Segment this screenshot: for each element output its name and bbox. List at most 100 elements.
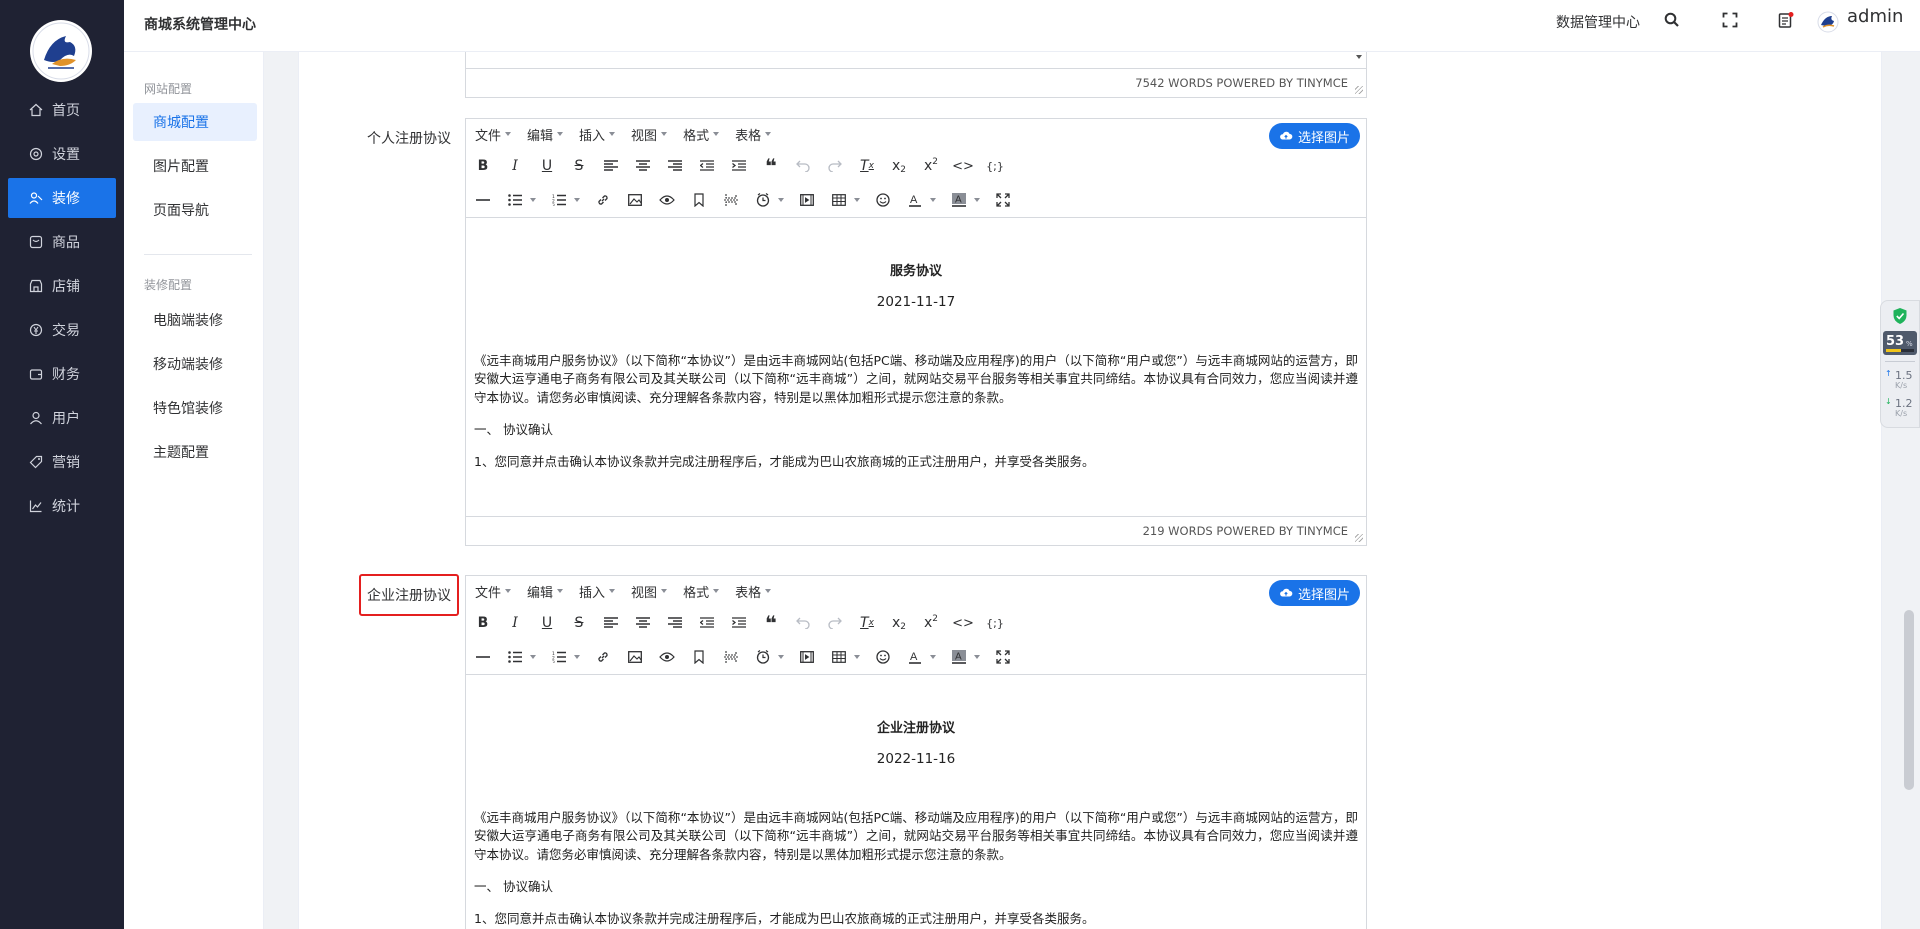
indent-icon[interactable]: [728, 155, 750, 177]
sub-item-page-nav[interactable]: 页面导航: [133, 191, 257, 229]
numbered-list-icon[interactable]: 123: [548, 646, 570, 668]
numbered-list-icon[interactable]: 123: [548, 189, 570, 211]
caret-icon[interactable]: [530, 655, 536, 659]
sub-item-pc-decor[interactable]: 电脑端装修: [133, 301, 257, 339]
redo-icon[interactable]: [824, 612, 846, 634]
caret-icon[interactable]: [530, 198, 536, 202]
superscript-icon[interactable]: x2: [920, 612, 942, 634]
data-center-link[interactable]: 数据管理中心: [1556, 12, 1640, 32]
preview-icon[interactable]: [656, 646, 678, 668]
align-left-icon[interactable]: [600, 155, 622, 177]
nav-stats[interactable]: 统计: [8, 486, 116, 526]
blockquote-icon[interactable]: ❝: [760, 155, 782, 177]
pick-image-button[interactable]: 选择图片: [1268, 123, 1360, 149]
caret-icon[interactable]: [574, 198, 580, 202]
fullscreen-icon[interactable]: [1720, 10, 1740, 30]
blockquote-icon[interactable]: ❝: [760, 612, 782, 634]
caret-icon[interactable]: [778, 198, 784, 202]
nav-finance[interactable]: 财务: [8, 354, 116, 394]
caret-icon[interactable]: [930, 655, 936, 659]
pick-image-button[interactable]: 选择图片: [1268, 580, 1360, 606]
emoji-icon[interactable]: [872, 189, 894, 211]
caret-icon[interactable]: [854, 198, 860, 202]
caret-icon[interactable]: [574, 655, 580, 659]
link-icon[interactable]: [592, 646, 614, 668]
nav-goods[interactable]: 商品: [8, 222, 116, 262]
bold-icon[interactable]: B: [472, 612, 494, 634]
text-color-icon[interactable]: A: [904, 646, 926, 668]
resize-handle-icon[interactable]: [1355, 86, 1363, 94]
menu-insert[interactable]: 插入: [579, 125, 616, 144]
outdent-icon[interactable]: [696, 155, 718, 177]
nav-home[interactable]: 首页: [8, 90, 116, 130]
editor-personal-content[interactable]: 服务协议 2021-11-17 《远丰商城用户服务协议》（以下简称“本协议”）是…: [466, 217, 1366, 517]
resize-handle-icon[interactable]: [1355, 534, 1363, 542]
page-break-icon[interactable]: [720, 189, 742, 211]
menu-format[interactable]: 格式: [683, 582, 720, 601]
nav-decorate[interactable]: 装修: [8, 178, 116, 218]
nav-trade[interactable]: 交易: [8, 310, 116, 350]
sub-item-feature-decor[interactable]: 特色馆装修: [133, 389, 257, 427]
datetime-icon[interactable]: [752, 189, 774, 211]
align-right-icon[interactable]: [664, 155, 686, 177]
align-center-icon[interactable]: [632, 612, 654, 634]
bookmark-icon[interactable]: [688, 646, 710, 668]
page-break-icon[interactable]: [720, 646, 742, 668]
menu-format[interactable]: 格式: [683, 125, 720, 144]
scroll-down-arrow-icon[interactable]: [1356, 55, 1362, 59]
sub-item-mobile-decor[interactable]: 移动端装修: [133, 345, 257, 383]
menu-view[interactable]: 视图: [631, 125, 668, 144]
image-icon[interactable]: [624, 189, 646, 211]
emoji-icon[interactable]: [872, 646, 894, 668]
menu-insert[interactable]: 插入: [579, 582, 616, 601]
outdent-icon[interactable]: [696, 612, 718, 634]
nav-marketing[interactable]: 营销: [8, 442, 116, 482]
network-monitor-widget[interactable]: 53 % ↑ 1.5 K/s ↓ 1.2 K/s: [1880, 300, 1920, 428]
align-center-icon[interactable]: [632, 155, 654, 177]
bookmark-icon[interactable]: [688, 189, 710, 211]
undo-icon[interactable]: [792, 612, 814, 634]
nav-settings[interactable]: 设置: [8, 134, 116, 174]
strikethrough-icon[interactable]: S: [568, 612, 590, 634]
code-icon[interactable]: <>: [952, 612, 974, 634]
caret-icon[interactable]: [974, 198, 980, 202]
bullet-list-icon[interactable]: [504, 646, 526, 668]
horizontal-line-icon[interactable]: [472, 189, 494, 211]
align-left-icon[interactable]: [600, 612, 622, 634]
menu-table[interactable]: 表格: [735, 582, 772, 601]
avatar[interactable]: [1817, 11, 1839, 33]
fullscreen-editor-icon[interactable]: [992, 189, 1014, 211]
clear-format-icon[interactable]: Tx: [856, 155, 878, 177]
code-sample-icon[interactable]: {;}: [984, 612, 1006, 634]
strikethrough-icon[interactable]: S: [568, 155, 590, 177]
horizontal-line-icon[interactable]: [472, 646, 494, 668]
code-sample-icon[interactable]: {;}: [984, 155, 1006, 177]
sub-item-image-config[interactable]: 图片配置: [133, 147, 257, 185]
fullscreen-editor-icon[interactable]: [992, 646, 1014, 668]
menu-edit[interactable]: 编辑: [527, 125, 564, 144]
bullet-list-icon[interactable]: [504, 189, 526, 211]
caret-icon[interactable]: [930, 198, 936, 202]
code-icon[interactable]: <>: [952, 155, 974, 177]
caret-icon[interactable]: [974, 655, 980, 659]
page-scrollbar[interactable]: [1904, 610, 1914, 790]
menu-file[interactable]: 文件: [475, 582, 512, 601]
caret-icon[interactable]: [854, 655, 860, 659]
menu-view[interactable]: 视图: [631, 582, 668, 601]
text-color-icon[interactable]: A: [904, 189, 926, 211]
table-icon[interactable]: [828, 646, 850, 668]
datetime-icon[interactable]: [752, 646, 774, 668]
underline-icon[interactable]: U: [536, 612, 558, 634]
subscript-icon[interactable]: x2: [888, 155, 910, 177]
underline-icon[interactable]: U: [536, 155, 558, 177]
sub-item-mall-config[interactable]: 商城配置: [133, 103, 257, 141]
media-icon[interactable]: [796, 646, 818, 668]
nav-shop[interactable]: 店铺: [8, 266, 116, 306]
indent-icon[interactable]: [728, 612, 750, 634]
user-name[interactable]: admin: [1847, 6, 1903, 27]
editor-top-area[interactable]: [466, 52, 1366, 69]
background-color-icon[interactable]: A: [948, 189, 970, 211]
notification-icon[interactable]: [1776, 10, 1796, 30]
bold-icon[interactable]: B: [472, 155, 494, 177]
clear-format-icon[interactable]: Tx: [856, 612, 878, 634]
